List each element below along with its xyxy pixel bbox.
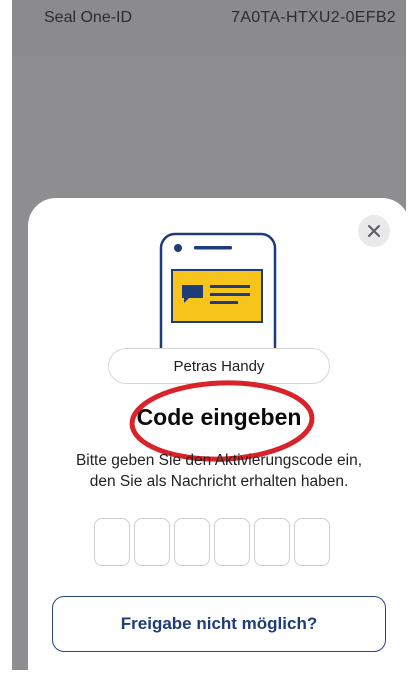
code-digit-box[interactable] <box>254 518 290 566</box>
seal-one-id-row: Seal One-ID 7A0TA-HTXU2-0EFB2 <box>12 0 406 56</box>
close-icon <box>368 225 380 237</box>
close-button[interactable] <box>358 215 390 247</box>
code-digit-box[interactable] <box>174 518 210 566</box>
seal-one-id-label: Seal One-ID <box>44 9 133 26</box>
activation-sheet: Petras Handy Code eingeben Bitte geben S… <box>28 198 410 678</box>
code-digit-box[interactable] <box>94 518 130 566</box>
screen: Seal One-ID 7A0TA-HTXU2-0EFB2 Petras Han… <box>0 0 418 678</box>
instruction-text: Bitte geben Sie den Aktivierungscode ein… <box>38 450 400 492</box>
phone-message-illustration <box>159 232 277 350</box>
seal-one-id-value: 7A0TA-HTXU2-0EFB2 <box>231 9 396 26</box>
code-digit-box[interactable] <box>214 518 250 566</box>
code-digit-box[interactable] <box>294 518 330 566</box>
code-input-group <box>94 518 330 566</box>
release-not-possible-button[interactable]: Freigabe nicht möglich? <box>52 596 386 652</box>
instruction-line-2: den Sie als Nachricht erhalten haben. <box>89 473 349 490</box>
code-digit-box[interactable] <box>134 518 170 566</box>
instruction-line-1: Bitte geben Sie den Aktivierungscode ein… <box>75 452 363 469</box>
